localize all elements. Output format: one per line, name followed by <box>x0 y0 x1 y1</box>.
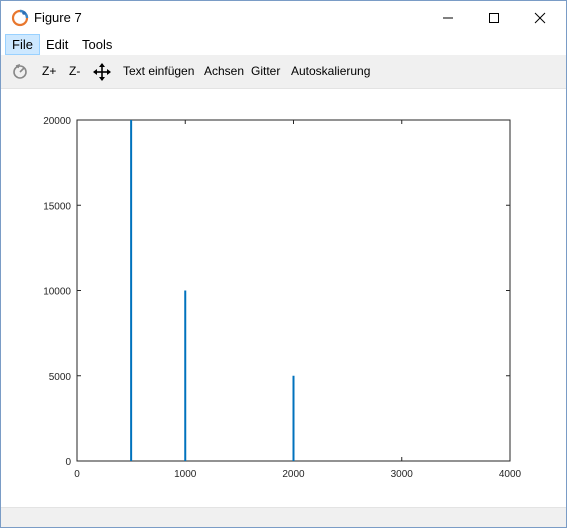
minimize-button[interactable] <box>425 1 471 34</box>
y-tick-label: 0 <box>65 457 71 468</box>
y-tick-label: 5000 <box>49 372 72 383</box>
maximize-icon <box>489 12 499 23</box>
close-icon <box>534 12 546 23</box>
plot-area: 0 1000 2000 3000 4000 0 5000 10000 15000 20000 <box>1 89 566 506</box>
zoom-in-button[interactable]: Z+ <box>42 64 56 78</box>
y-tick-label: 20000 <box>43 116 71 127</box>
figure-window: Figure 7 File Edit Tools Z+ Z- Text einf… <box>0 0 567 528</box>
grid-button[interactable]: Gitter <box>251 64 280 78</box>
minimize-icon <box>443 17 453 18</box>
menu-bar: File Edit Tools <box>1 34 566 55</box>
x-tick-label: 0 <box>74 469 80 480</box>
chart: 0 1000 2000 3000 4000 0 5000 10000 15000 20000 <box>43 116 522 480</box>
x-tick-label: 2000 <box>282 469 305 480</box>
maximize-button[interactable] <box>471 1 517 34</box>
window-title: Figure 7 <box>34 10 82 25</box>
x-tick-label: 3000 <box>391 469 414 480</box>
pan-icon[interactable] <box>93 63 111 81</box>
menu-file[interactable]: File <box>5 34 40 55</box>
menu-tools[interactable]: Tools <box>76 34 118 55</box>
axes-button[interactable]: Achsen <box>204 64 244 78</box>
y-tick-label: 10000 <box>43 287 71 298</box>
octave-app-icon <box>11 9 29 27</box>
menu-edit[interactable]: Edit <box>40 34 74 55</box>
toolbar: Z+ Z- Text einfügen Achsen Gitter Autosk… <box>1 55 566 89</box>
y-tick-label: 15000 <box>43 201 71 212</box>
insert-text-button[interactable]: Text einfügen <box>123 64 194 78</box>
x-tick-label: 4000 <box>499 469 522 480</box>
zoom-out-button[interactable]: Z- <box>69 64 80 78</box>
autoscale-button[interactable]: Autoskalierung <box>291 64 370 78</box>
title-bar[interactable]: Figure 7 <box>1 1 566 34</box>
status-bar <box>1 507 566 527</box>
close-button[interactable] <box>517 1 563 34</box>
x-tick-label: 1000 <box>174 469 197 480</box>
rotate-icon[interactable] <box>11 63 29 81</box>
